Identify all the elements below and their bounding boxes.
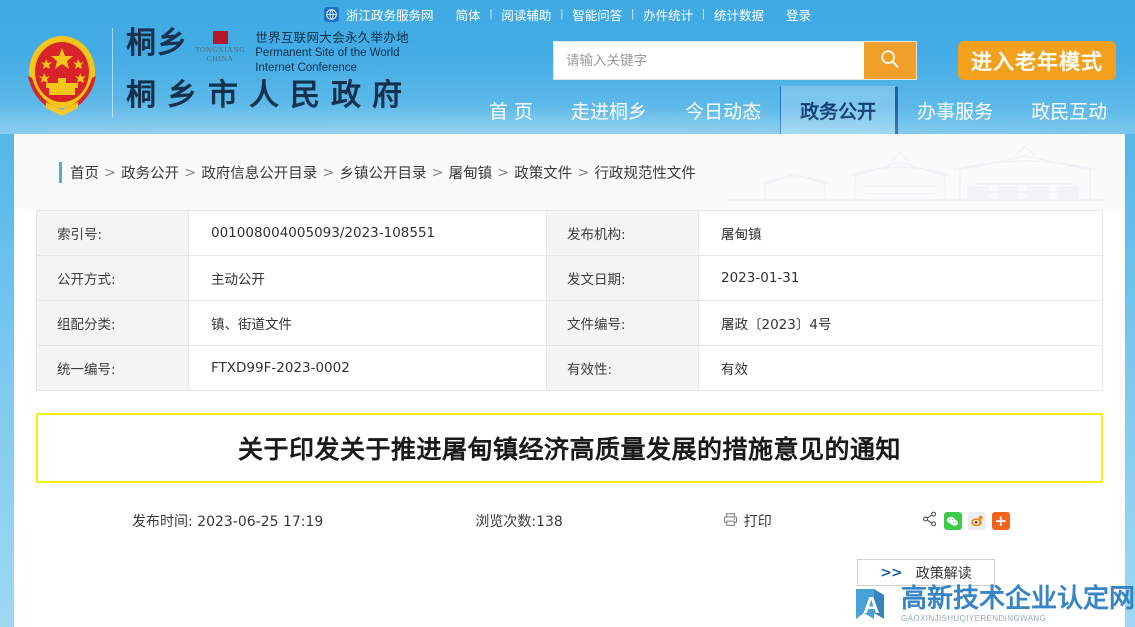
site-header: 浙江政务服务网 简体 | 阅读辅助 | 智能问答 | 办件统计 | 统计数据 登… bbox=[0, 0, 1135, 134]
wechat-icon[interactable] bbox=[943, 512, 962, 530]
topbar-link-reading-aid[interactable]: 阅读辅助 bbox=[501, 5, 551, 24]
nav-item-today-news[interactable]: 今日动态 bbox=[666, 86, 780, 134]
table-label-validity: 有效性: bbox=[547, 346, 699, 391]
table-label-category: 组配分类: bbox=[37, 301, 189, 346]
nav-item-about-tongxiang[interactable]: 走进桐乡 bbox=[552, 86, 666, 134]
print-button[interactable]: 打印 bbox=[723, 511, 772, 531]
breadcrumb-separator: > bbox=[577, 164, 590, 181]
table-value-validity: 有效 bbox=[699, 346, 1102, 391]
table-label-unified-no: 统一编号: bbox=[37, 346, 189, 391]
table-label-disclosure-type: 公开方式: bbox=[37, 256, 189, 301]
topbar-link-login[interactable]: 登录 bbox=[786, 5, 811, 24]
tongxiang-calligraphy: 桐乡 bbox=[126, 26, 188, 61]
table-value-unified-no: FTXD99F-2023-0002 bbox=[189, 346, 547, 391]
breadcrumb-item-normative-docs[interactable]: 行政规范性文件 bbox=[594, 162, 696, 183]
table-value-disclosure-type: 主动公开 bbox=[189, 256, 547, 301]
breadcrumb-separator: > bbox=[322, 164, 335, 181]
topbar-separator: | bbox=[631, 8, 635, 20]
breadcrumb-item-gov-affairs[interactable]: 政务公开 bbox=[121, 162, 179, 183]
policy-interpretation-button[interactable]: >> 政策解读 bbox=[857, 559, 995, 586]
topbar-link-simplified[interactable]: 简体 bbox=[455, 5, 480, 24]
topbar-separator: | bbox=[489, 8, 493, 20]
table-label-document-no: 文件编号: bbox=[547, 301, 699, 346]
breadcrumb-item-tudian-town[interactable]: 屠甸镇 bbox=[449, 162, 493, 183]
breadcrumb-item-township-catalog[interactable]: 乡镇公开目录 bbox=[339, 162, 426, 183]
article-meta-row: 发布时间: 2023-06-25 17:19 浏览次数:138 打印 + bbox=[14, 511, 1125, 531]
national-emblem-icon bbox=[22, 26, 102, 121]
left-background-strip bbox=[0, 134, 14, 627]
topbar-link-case-stats[interactable]: 办件统计 bbox=[643, 5, 693, 24]
pinyin-line-2: CHINA bbox=[206, 54, 234, 64]
elder-mode-button[interactable]: 进入老年模式 bbox=[958, 41, 1116, 80]
table-value-issuing-org: 屠甸镇 bbox=[699, 211, 1102, 256]
breadcrumb-separator: > bbox=[497, 164, 510, 181]
search-icon bbox=[879, 48, 901, 73]
table-value-category: 镇、街道文件 bbox=[189, 301, 547, 346]
topbar-link-smart-qa[interactable]: 智能问答 bbox=[572, 5, 622, 24]
breadcrumb-band: 首页 > 政务公开 > 政府信息公开目录 > 乡镇公开目录 > 屠甸镇 > 政策… bbox=[14, 134, 1125, 210]
search-box[interactable] bbox=[553, 41, 917, 80]
conference-slogan: 世界互联网大会永久举办地 Permanent Site of the World… bbox=[255, 30, 409, 75]
right-background-strip bbox=[1125, 134, 1135, 627]
document-metadata-table: 索引号: 001008004005093/2023-108551 发布机构: 屠… bbox=[36, 210, 1103, 391]
breadcrumb-item-disclosure-catalog[interactable]: 政府信息公开目录 bbox=[201, 162, 317, 183]
breadcrumb: 首页 > 政务公开 > 政府信息公开目录 > 乡镇公开目录 > 屠甸镇 > 政策… bbox=[59, 162, 696, 183]
content-panel: 首页 > 政务公开 > 政府信息公开目录 > 乡镇公开目录 > 屠甸镇 > 政策… bbox=[14, 134, 1125, 627]
nav-item-interaction[interactable]: 政民互动 bbox=[1012, 86, 1126, 134]
publish-time: 发布时间: 2023-06-25 17:19 bbox=[132, 514, 324, 530]
nav-item-home[interactable]: 首 页 bbox=[470, 86, 552, 134]
pinyin-line-1: TONGXIANG bbox=[195, 45, 246, 54]
table-label-issue-date: 发文日期: bbox=[547, 256, 699, 301]
nav-item-government-affairs[interactable]: 政务公开 bbox=[780, 86, 899, 134]
architecture-watermark-icon bbox=[725, 145, 1105, 201]
view-count: 浏览次数:138 bbox=[475, 514, 563, 530]
utility-topbar: 浙江政务服务网 简体 | 阅读辅助 | 智能问答 | 办件统计 | 统计数据 登… bbox=[0, 0, 1135, 28]
globe-icon bbox=[323, 6, 339, 22]
search-button[interactable] bbox=[864, 42, 916, 79]
policy-interpretation-label: 政策解读 bbox=[915, 565, 972, 582]
page-stage: 首页 > 政务公开 > 政府信息公开目录 > 乡镇公开目录 > 屠甸镇 > 政策… bbox=[0, 134, 1135, 627]
topbar-separator: | bbox=[702, 8, 705, 20]
table-label-index-no: 索引号: bbox=[37, 211, 189, 256]
table-label-issuing-org: 发布机构: bbox=[547, 211, 699, 256]
topbar-separator: | bbox=[560, 8, 564, 20]
red-seal-icon bbox=[212, 31, 228, 44]
government-name: 桐乡市人民政府 bbox=[126, 78, 413, 114]
topbar-link-zjzwfww[interactable]: 浙江政务服务网 bbox=[346, 5, 434, 24]
article-title-box: 关于印发关于推进屠甸镇经济高质量发展的措施意见的通知 bbox=[36, 413, 1103, 483]
table-value-issue-date: 2023-01-31 bbox=[699, 256, 1102, 301]
table-value-index-no: 001008004005093/2023-108551 bbox=[189, 211, 547, 256]
double-arrow-icon: >> bbox=[880, 564, 902, 581]
breadcrumb-separator: > bbox=[104, 164, 117, 181]
breadcrumb-item-home[interactable]: 首页 bbox=[70, 162, 99, 183]
breadcrumb-separator: > bbox=[184, 164, 197, 181]
share-bar: + bbox=[922, 511, 1010, 531]
search-area bbox=[553, 41, 917, 80]
breadcrumb-item-policy-docs[interactable]: 政策文件 bbox=[514, 162, 572, 183]
search-input[interactable] bbox=[554, 42, 864, 79]
printer-icon bbox=[723, 512, 738, 531]
topbar-link-statistics[interactable]: 统计数据 bbox=[714, 5, 764, 24]
share-node-icon[interactable] bbox=[922, 511, 938, 531]
brand-text: 桐乡 TONGXIANG CHINA 世界互联网大会永久举办地 Permanen… bbox=[112, 26, 413, 118]
page-title: 关于印发关于推进屠甸镇经济高质量发展的措施意见的通知 bbox=[237, 435, 901, 464]
brand-block: 桐乡 TONGXIANG CHINA 世界互联网大会永久举办地 Permanen… bbox=[22, 26, 413, 121]
pinyin-block: TONGXIANG CHINA bbox=[195, 31, 245, 64]
breadcrumb-separator: > bbox=[431, 164, 444, 181]
conference-slogan-en-1: Permanent Site of the World bbox=[255, 47, 400, 59]
nav-item-services[interactable]: 办事服务 bbox=[898, 86, 1012, 134]
main-navigation: 首 页 走进桐乡 今日动态 政务公开 办事服务 政民互动 bbox=[470, 86, 1126, 134]
plus-icon[interactable]: + bbox=[991, 512, 1010, 530]
table-value-document-no: 屠政〔2023〕4号 bbox=[699, 301, 1102, 346]
weibo-icon[interactable] bbox=[967, 512, 986, 530]
print-label: 打印 bbox=[743, 514, 772, 530]
conference-slogan-en-2: Internet Conference bbox=[255, 61, 357, 74]
conference-slogan-cn: 世界互联网大会永久举办地 bbox=[255, 31, 409, 45]
